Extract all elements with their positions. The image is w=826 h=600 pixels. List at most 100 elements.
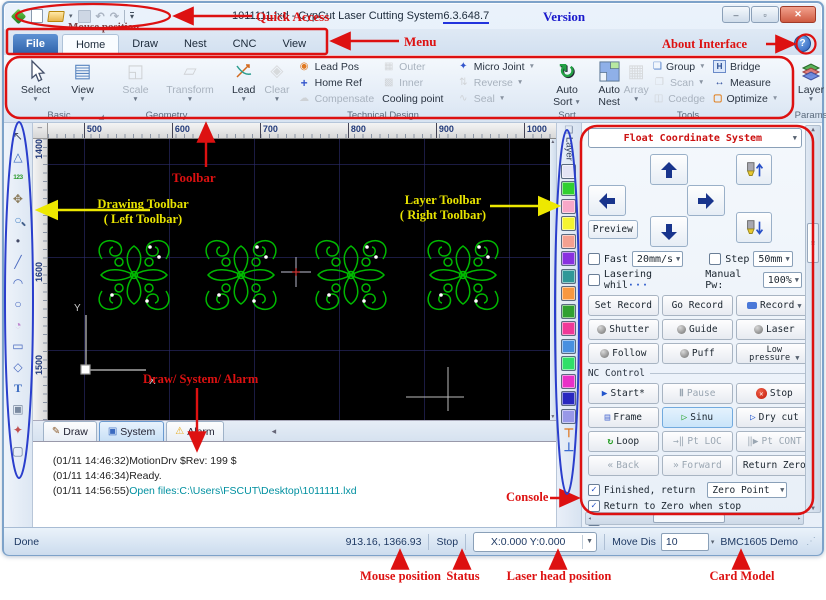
layer-color-swatch[interactable] xyxy=(561,391,577,407)
coordinate-system-dropdown[interactable]: Float Coordinate System ▼ xyxy=(587,128,802,148)
measure-button[interactable]: ↔ Measure xyxy=(713,76,777,89)
start-button[interactable]: ▶ Start* xyxy=(587,383,659,404)
optimize-button[interactable]: ▢ Optimize ▼ xyxy=(713,92,778,105)
layer-button[interactable]: Layer ▼ xyxy=(787,57,826,103)
circle-icon[interactable]: ○ xyxy=(8,294,28,314)
micro-joint-button[interactable]: ✦ Micro Joint ▼ xyxy=(457,60,535,73)
tab-nest[interactable]: Nest xyxy=(171,34,220,55)
node-edit-icon[interactable]: △ xyxy=(8,147,28,167)
clear-button[interactable]: ◈ Clear ▼ xyxy=(260,57,293,103)
fast-speed-dropdown[interactable]: 20mm/s ▼ xyxy=(631,251,684,267)
layer-color-swatch[interactable] xyxy=(561,373,577,389)
layer-color-swatch[interactable] xyxy=(561,181,577,197)
new-file-icon[interactable] xyxy=(31,9,43,23)
panel-horizontal-scrollbar[interactable]: ◂ ▸ xyxy=(584,512,804,525)
layer-color-swatch[interactable] xyxy=(561,268,577,284)
preview-button[interactable]: Preview xyxy=(587,220,638,239)
coedge-button[interactable]: ◫ Coedge xyxy=(653,92,705,105)
tab-home[interactable]: Home xyxy=(61,34,120,55)
layer-color-swatch[interactable] xyxy=(561,163,577,179)
tab-file[interactable]: File xyxy=(13,34,58,55)
shutter-button[interactable]: Shutter xyxy=(587,319,659,340)
view-button[interactable]: ▤ View ▼ xyxy=(59,57,106,104)
lasering-checkbox[interactable] xyxy=(587,274,600,286)
auto-sort-button[interactable]: ↻ Auto Sort ▼ xyxy=(545,57,589,109)
return-to-zero-checkbox[interactable]: ✓ xyxy=(587,500,600,512)
layer-color-swatch[interactable] xyxy=(561,286,577,302)
fast-checkbox[interactable] xyxy=(587,253,600,265)
inner-button[interactable]: ▩ Inner xyxy=(382,76,449,89)
group-button[interactable]: ❏ Group ▼ xyxy=(653,60,706,73)
arc-icon[interactable]: ◠ xyxy=(8,273,28,293)
pause-button[interactable]: Ⅱ Pause xyxy=(661,383,733,404)
point-icon[interactable]: • xyxy=(8,231,28,251)
auto-nest-button[interactable]: Auto Nest xyxy=(595,57,623,108)
save-icon[interactable] xyxy=(77,9,91,23)
numbering-icon[interactable]: 123 xyxy=(8,168,28,188)
round-rect-icon[interactable]: ▢ xyxy=(8,441,28,461)
wand-icon[interactable]: ✦ xyxy=(8,420,28,440)
select-button[interactable]: Select ▼ xyxy=(12,57,59,103)
layer-color-swatch[interactable] xyxy=(561,251,577,267)
move-dis-input[interactable]: 10 xyxy=(660,532,709,551)
nozzle-up-button[interactable] xyxy=(735,154,772,185)
redo-icon[interactable]: ↷ xyxy=(110,10,119,23)
return-zero-button[interactable]: Return Zero xyxy=(735,455,813,476)
home-ref-button[interactable]: + Home Ref xyxy=(298,76,375,89)
system-log-console[interactable]: (01/11 14:46:32)MotionDrv $Rev: 199 $ (0… xyxy=(32,441,556,527)
app-logo-icon[interactable] xyxy=(10,8,27,24)
image-icon[interactable]: ▣ xyxy=(8,399,28,419)
layer-color-swatch[interactable] xyxy=(561,303,577,319)
transform-button[interactable]: ▱ Transform ▼ xyxy=(159,57,221,103)
zero-point-dropdown[interactable]: Zero Point ▼ xyxy=(707,482,788,498)
jog-right-button[interactable] xyxy=(686,185,725,216)
undo-icon[interactable]: ↶ xyxy=(96,10,105,23)
record-button[interactable]: Record ▼ xyxy=(735,295,813,316)
lead-pos-button[interactable]: ◉ Lead Pos xyxy=(298,60,375,73)
guide-button[interactable]: Guide xyxy=(661,319,733,340)
panel-vertical-scrollbar[interactable]: ▲ ≡ ▼ xyxy=(805,125,821,513)
layers-stack-icon[interactable]: ❏ xyxy=(564,125,573,136)
jog-up-button[interactable] xyxy=(649,154,688,185)
step-checkbox[interactable] xyxy=(709,253,722,265)
cooling-point-button[interactable]: Cooling point xyxy=(382,92,449,105)
tab-alarm-log[interactable]: ⚠ Alarm xyxy=(166,421,224,441)
pt-cont-button[interactable]: ‖▶ Pt CONT xyxy=(735,431,813,452)
customize-quick-access-icon[interactable]: ▾ xyxy=(129,11,134,21)
rect-icon[interactable]: ▭ xyxy=(8,336,28,356)
go-record-button[interactable]: Go Record xyxy=(661,295,733,316)
manual-pw-dropdown[interactable]: 100% ▼ xyxy=(762,272,803,288)
array-button[interactable]: ▦ Array ▼ xyxy=(623,57,649,104)
move-dis-dropdown-icon[interactable]: ▾ xyxy=(711,538,715,546)
layer-color-swatch[interactable] xyxy=(561,408,577,424)
scrollbar-thumb[interactable] xyxy=(653,514,726,523)
puff-button[interactable]: Puff xyxy=(661,343,733,364)
maximize-button[interactable]: ▫ xyxy=(751,6,779,23)
polygon-icon[interactable]: ◇ xyxy=(8,357,28,377)
low-pressure-button[interactable]: Low pressure ▼ xyxy=(735,343,813,364)
tab-scroll-left-icon[interactable]: ◂ xyxy=(272,426,277,437)
layer-color-swatch[interactable] xyxy=(561,338,577,354)
resize-grip[interactable]: ⋰ xyxy=(806,536,816,547)
jog-down-button[interactable] xyxy=(649,216,688,247)
line-icon[interactable]: ╱ xyxy=(8,252,28,272)
forward-button[interactable]: » Forward xyxy=(661,455,733,476)
layer-color-swatch[interactable] xyxy=(561,198,577,214)
layer-color-swatch[interactable] xyxy=(561,216,577,232)
stop-button[interactable]: ✕ Stop xyxy=(735,383,813,404)
move-to-top-icon[interactable]: ⊤ xyxy=(564,426,574,440)
help-icon[interactable]: ? xyxy=(794,35,811,52)
select-icon[interactable]: ↖ xyxy=(8,126,28,146)
zoom-icon[interactable]: ○ xyxy=(8,210,28,230)
layer-color-swatch[interactable] xyxy=(561,233,577,249)
open-dropdown-icon[interactable]: ▾ xyxy=(69,12,73,20)
close-button[interactable]: ✕ xyxy=(780,6,816,23)
laser-button[interactable]: Laser xyxy=(735,319,813,340)
seal-button[interactable]: ∿ Seal ▼ xyxy=(457,92,535,105)
pie-icon[interactable]: ◔ xyxy=(8,315,28,335)
scale-button[interactable]: ◱ Scale ▼ xyxy=(112,57,159,104)
tab-cnc[interactable]: CNC xyxy=(220,34,270,55)
pt-loc-button[interactable]: →‖ Pt LOC xyxy=(661,431,733,452)
scan-button[interactable]: ❐ Scan ▼ xyxy=(653,76,705,89)
scrollbar-thumb[interactable]: ≡ xyxy=(807,223,819,263)
